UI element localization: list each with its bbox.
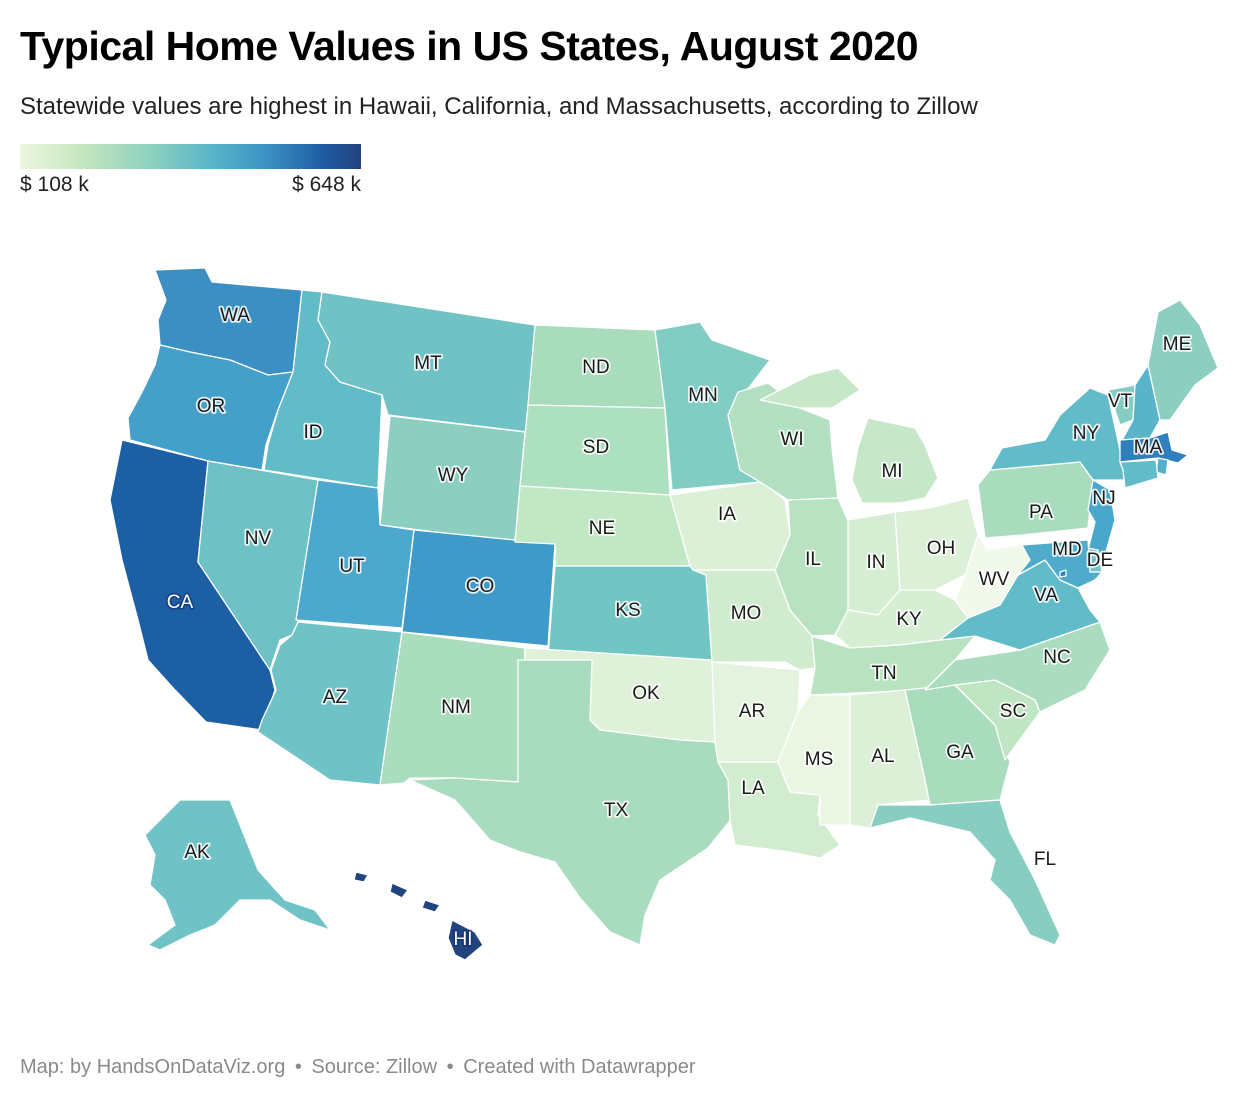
state-label-me: ME	[1163, 334, 1192, 355]
state-ct[interactable]	[1119, 459, 1159, 489]
footer-separator: •	[446, 1056, 454, 1078]
state-label-ga: GA	[946, 742, 974, 763]
state-label-ia: IA	[718, 504, 736, 525]
state-label-ky: KY	[896, 609, 922, 630]
us-states-choropleth-map: WA OR CA ID NV MT WY UT AZ CO NM ND SD NE KS OK TX MN IA MO…	[109, 267, 1219, 961]
state-label-mn: MN	[688, 385, 718, 406]
state-label-fl: FL	[1034, 849, 1056, 870]
tool-text: Created with Datawrapper	[463, 1056, 696, 1078]
state-label-ut: UT	[339, 556, 365, 577]
source-text: Source: Zillow	[311, 1056, 438, 1078]
state-ak[interactable]	[144, 799, 331, 951]
state-label-ok: OK	[632, 683, 660, 704]
state-label-nd: ND	[582, 357, 609, 378]
state-label-nv: NV	[245, 528, 272, 549]
state-label-il: IL	[805, 549, 821, 570]
state-fl[interactable]	[869, 799, 1061, 946]
state-label-wv: WV	[979, 569, 1010, 590]
state-label-md: MD	[1052, 539, 1082, 560]
state-label-ks: KS	[615, 600, 640, 621]
state-label-sc: SC	[1000, 701, 1026, 722]
state-label-ak: AK	[184, 842, 210, 863]
state-label-wa: WA	[220, 305, 250, 326]
state-label-la: LA	[741, 778, 765, 799]
state-pa[interactable]	[977, 461, 1094, 539]
state-label-nm: NM	[441, 697, 471, 718]
state-label-wy: WY	[438, 465, 469, 486]
state-label-mt: MT	[414, 353, 442, 374]
map-footer: Map: by HandsOnDataViz.org • Source: Zil…	[20, 1056, 700, 1079]
state-label-sd: SD	[583, 437, 609, 458]
state-label-oh: OH	[927, 538, 956, 559]
state-label-pa: PA	[1029, 502, 1053, 523]
state-label-ar: AR	[739, 701, 765, 722]
state-label-co: CO	[466, 576, 495, 597]
state-me[interactable]	[1147, 299, 1219, 421]
state-label-de: DE	[1087, 550, 1113, 571]
state-label-ne: NE	[589, 518, 615, 539]
state-label-ny: NY	[1073, 423, 1100, 444]
state-label-vt: VT	[1108, 391, 1133, 412]
state-label-al: AL	[871, 746, 894, 767]
state-label-nc: NC	[1043, 647, 1070, 668]
state-label-va: VA	[1034, 585, 1058, 606]
state-dc[interactable]	[1059, 569, 1067, 578]
footer-separator: •	[294, 1056, 302, 1078]
state-label-in: IN	[867, 552, 886, 573]
state-label-nj: NJ	[1092, 488, 1115, 509]
state-label-ma: MA	[1134, 437, 1163, 458]
state-label-mi: MI	[881, 461, 902, 482]
state-label-tx: TX	[604, 800, 629, 821]
state-ia[interactable]	[669, 481, 791, 571]
state-label-tn: TN	[871, 663, 896, 684]
state-label-wi: WI	[780, 429, 803, 450]
state-label-az: AZ	[323, 687, 348, 708]
state-label-ms: MS	[805, 749, 834, 770]
state-label-id: ID	[304, 422, 323, 443]
state-label-mo: MO	[731, 603, 762, 624]
credit-text: Map: by HandsOnDataViz.org	[20, 1056, 286, 1078]
state-label-hi: HI	[454, 929, 473, 950]
state-label-ca: CA	[167, 592, 194, 613]
state-label-or: OR	[197, 396, 226, 417]
